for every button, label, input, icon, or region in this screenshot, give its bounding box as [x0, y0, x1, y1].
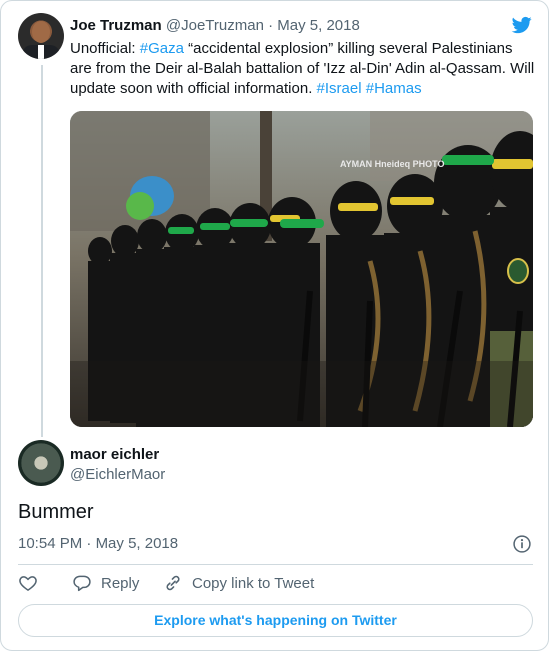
- thread-connector: [41, 65, 43, 437]
- reply-author-handle[interactable]: @EichlerMaor: [70, 466, 165, 483]
- photo-watermark: AYMAN Hneideq PHOTO: [340, 159, 445, 169]
- divider: [18, 564, 533, 565]
- copy-link-label: Copy link to Tweet: [192, 574, 315, 592]
- reply-bubble-icon: [73, 575, 91, 592]
- tweet-text: Unofficial: #Gaza “accidental explosion”…: [70, 39, 535, 99]
- link-icon: [166, 575, 180, 591]
- author-handle[interactable]: @JoeTruzman: [166, 17, 264, 34]
- like-button[interactable]: [18, 573, 38, 593]
- meta-separator: ·: [86, 535, 92, 552]
- reply-author-avatar[interactable]: [18, 440, 64, 486]
- tweet-embed-card: Joe Truzman @JoeTruzman · May 5, 2018 Un…: [0, 0, 549, 651]
- reply-text: Bummer: [18, 501, 94, 523]
- reply-timestamp[interactable]: 10:54 PM · May 5, 2018: [18, 535, 178, 552]
- reply-time: 10:54 PM: [18, 535, 83, 552]
- militants-lineup-photo: AYMAN Hneideq PHOTO: [70, 111, 533, 427]
- tweet-text-part: Unofficial:: [70, 40, 140, 57]
- reply-date: May 5, 2018: [95, 535, 179, 552]
- copy-link-button[interactable]: Copy link to Tweet: [163, 573, 314, 593]
- hashtag-gaza[interactable]: #Gaza: [140, 40, 184, 57]
- hashtag-israel[interactable]: #Israel: [317, 80, 362, 97]
- info-icon[interactable]: [512, 534, 532, 554]
- date-separator: ·: [268, 17, 274, 34]
- author-name[interactable]: Joe Truzman: [70, 17, 162, 34]
- tweet-header: Joe Truzman @JoeTruzman · May 5, 2018: [70, 17, 360, 34]
- tweet-photo[interactable]: AYMAN Hneideq PHOTO: [70, 111, 533, 427]
- reply-button[interactable]: Reply: [72, 573, 139, 593]
- reply-label: Reply: [101, 574, 140, 592]
- reply-author-name[interactable]: maor eichler: [70, 446, 159, 463]
- twitter-bird-icon[interactable]: [510, 15, 534, 35]
- heart-icon: [19, 576, 37, 591]
- explore-twitter-button[interactable]: Explore what's happening on Twitter: [18, 604, 533, 637]
- author-avatar[interactable]: [18, 13, 64, 59]
- hashtag-hamas[interactable]: #Hamas: [366, 80, 422, 97]
- tweet-date[interactable]: May 5, 2018: [277, 17, 360, 34]
